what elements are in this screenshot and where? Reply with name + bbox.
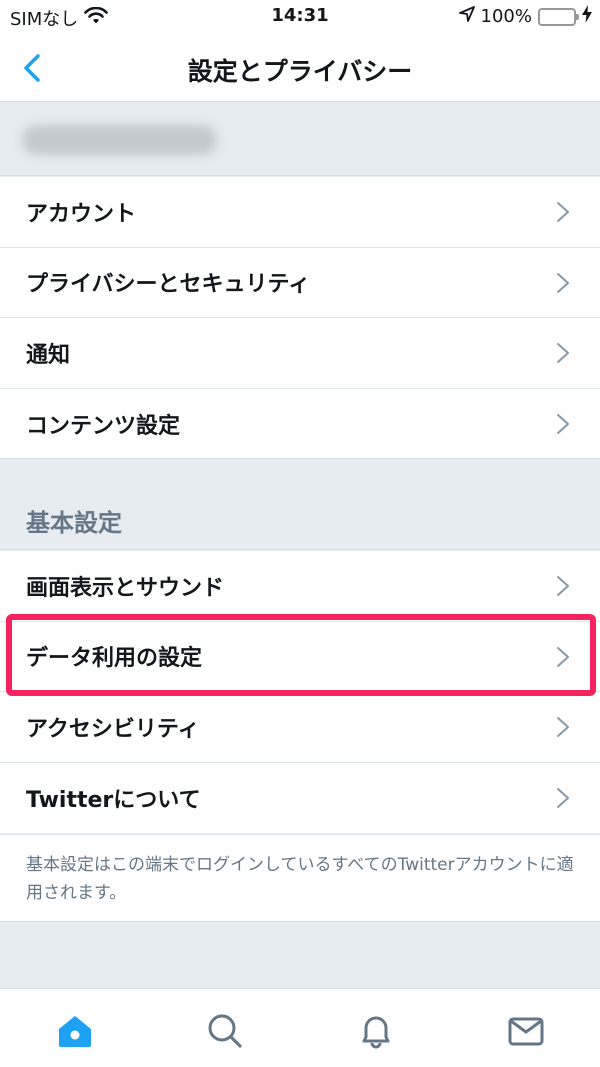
charging-bolt-icon <box>582 5 592 28</box>
status-bar: SIMなし 14:31 100% <box>0 0 600 34</box>
mail-icon[interactable] <box>506 1011 546 1051</box>
bell-icon[interactable] <box>356 1011 396 1051</box>
settings-row-notifications[interactable]: 通知 <box>0 318 600 389</box>
section-header-general: 基本設定 <box>0 458 600 550</box>
row-label: 通知 <box>26 342 71 368</box>
account-header <box>0 103 600 176</box>
row-label: プライバシーとセキュリティ <box>26 272 311 298</box>
settings-row-about-twitter[interactable]: Twitterについて <box>0 763 600 834</box>
settings-row-display-sound[interactable]: 画面表示とサウンド <box>0 551 600 622</box>
battery-icon <box>538 7 579 26</box>
settings-row-content[interactable]: コンテンツ設定 <box>0 389 600 460</box>
general-settings-list: 画面表示とサウンド データ利用の設定 アクセシビリティ Twitterについて <box>0 551 600 833</box>
row-label: データ利用の設定 <box>26 646 203 672</box>
chevron-right-icon <box>557 646 569 667</box>
tab-bar <box>0 988 600 1067</box>
settings-row-privacy[interactable]: プライバシーとセキュリティ <box>0 248 600 318</box>
chevron-right-icon <box>557 343 569 363</box>
chevron-right-icon <box>557 576 569 596</box>
section-header-label: 基本設定 <box>26 509 122 537</box>
chevron-right-icon <box>557 272 569 293</box>
search-icon[interactable] <box>205 1011 245 1051</box>
chevron-right-icon <box>557 717 569 737</box>
row-label: 画面表示とサウンド <box>26 575 225 601</box>
blurred-account-name <box>22 125 217 155</box>
row-label: アクセシビリティ <box>26 716 200 742</box>
row-label: アカウント <box>26 201 137 227</box>
battery-percent: 100% <box>480 6 532 27</box>
chevron-right-icon <box>557 787 569 808</box>
chevron-right-icon <box>557 413 569 434</box>
settings-row-account[interactable]: アカウント <box>0 177 600 248</box>
location-arrow-icon <box>458 6 475 27</box>
page-title: 設定とプライバシー <box>187 57 413 86</box>
general-settings-note: 基本設定はこの端末でログインしているすべてのTwitterアカウントに適用されま… <box>0 834 600 922</box>
navigation-bar: 設定とプライバシー <box>0 34 600 102</box>
settings-row-accessibility[interactable]: アクセシビリティ <box>0 692 600 763</box>
home-icon[interactable] <box>55 1011 95 1051</box>
note-text: 基本設定はこの端末でログインしているすべてのTwitterアカウントに適用されま… <box>26 855 574 903</box>
settings-row-data-usage[interactable]: データ利用の設定 <box>0 622 600 692</box>
row-label: コンテンツ設定 <box>26 413 181 439</box>
row-label: Twitterについて <box>26 787 201 813</box>
chevron-right-icon <box>557 202 569 222</box>
status-right: 100% <box>458 5 592 28</box>
account-settings-list: アカウント プライバシーとセキュリティ 通知 コンテンツ設定 <box>0 177 600 459</box>
